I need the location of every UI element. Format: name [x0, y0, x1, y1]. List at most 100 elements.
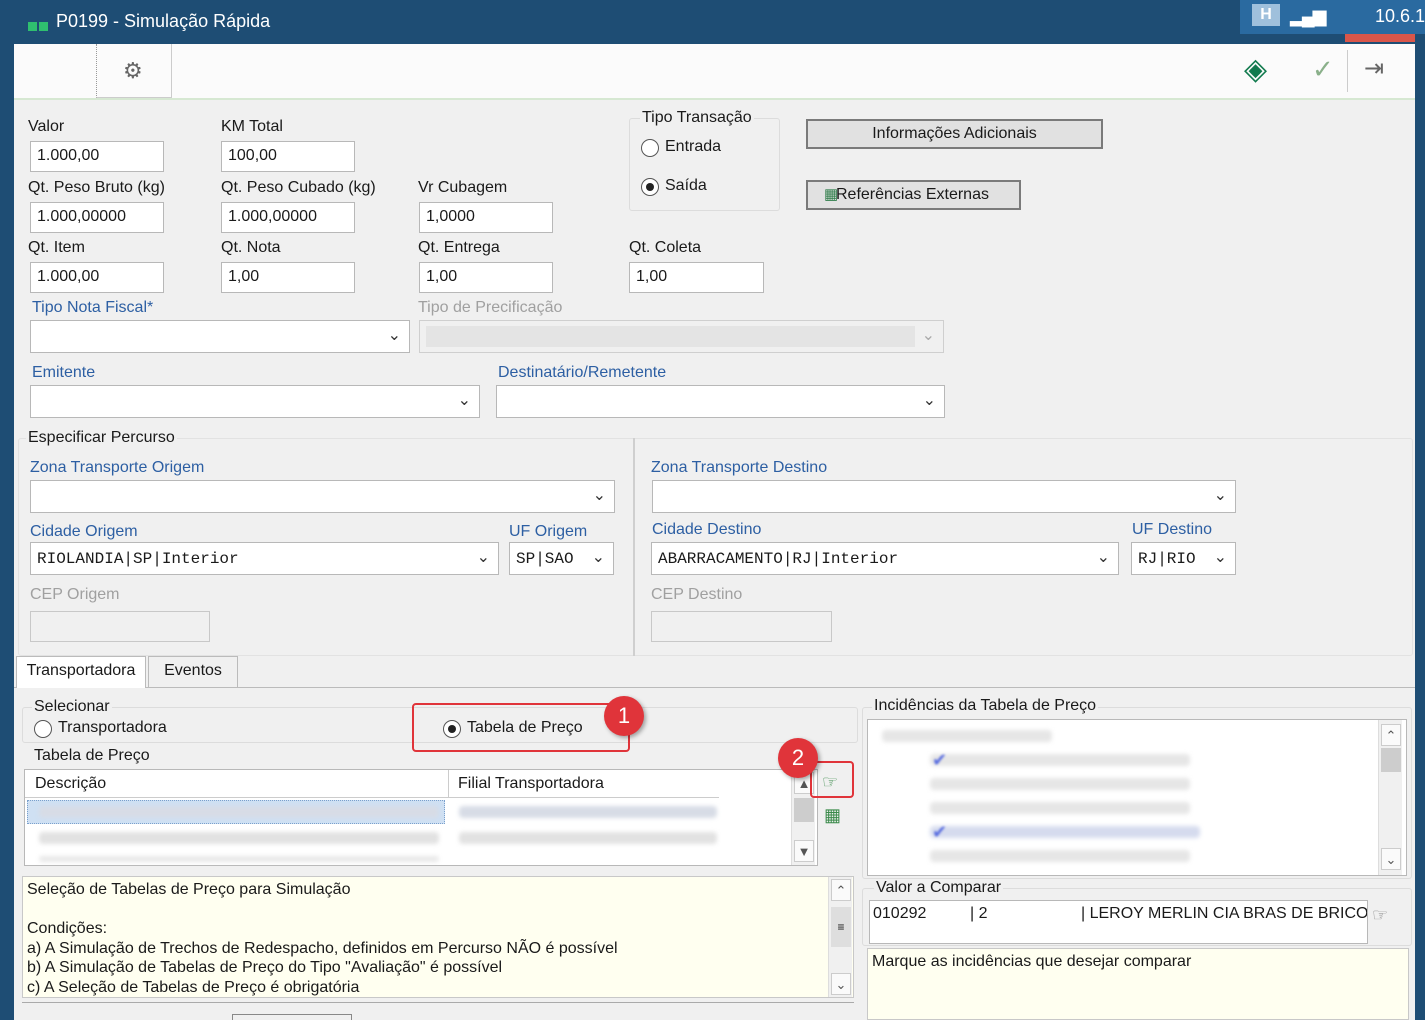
- uf-origem-value: SP|SAO: [516, 550, 574, 568]
- incidencias-label: Incidências da Tabela de Preço: [872, 697, 1099, 715]
- valor-field[interactable]: 1.000,00: [30, 141, 164, 172]
- peso-cubado-field[interactable]: 1.000,00000: [221, 202, 355, 233]
- tab-transportadora[interactable]: Transportadora: [16, 656, 146, 688]
- version-label: 10.6.1: [1374, 6, 1425, 26]
- emitente-label: Emitente: [32, 364, 96, 381]
- chevron-down-icon: ⌄: [1096, 547, 1110, 566]
- tabela-preco-grid[interactable]: Descrição Filial Transportadora ▲ ▼: [24, 769, 818, 866]
- tipo-precificacao-select: ⌄: [419, 320, 944, 353]
- main-form: Valor 1.000,00 KM Total 100,00 Tipo Tran…: [14, 100, 1415, 1020]
- tipo-precificacao-label: Tipo de Precificação: [418, 299, 563, 316]
- km-total-field[interactable]: 100,00: [221, 141, 355, 172]
- check-icon[interactable]: ✓: [1312, 54, 1334, 85]
- scroll-thumb[interactable]: [794, 798, 814, 822]
- cep-origem-field: [30, 611, 210, 642]
- table-row-blurred: [459, 832, 717, 844]
- cidade-destino-select[interactable]: ABARRACAMENTO|RJ|Interior ⌄: [651, 542, 1119, 575]
- valor-comparar-seq: | 2: [970, 905, 988, 922]
- peso-cubado-label: Qt. Peso Cubado (kg): [221, 179, 376, 196]
- column-header-descricao[interactable]: Descrição: [25, 770, 449, 798]
- peso-bruto-label: Qt. Peso Bruto (kg): [28, 179, 165, 196]
- callout-box-2: [810, 761, 854, 798]
- tree-item-blurred: [882, 730, 1052, 742]
- chevron-down-icon: ⌄: [476, 547, 490, 566]
- table-icon: ▦: [824, 186, 839, 203]
- chevron-down-icon: ⌄: [592, 485, 606, 504]
- bottom-button-edge[interactable]: [232, 1014, 352, 1020]
- chevron-down-icon: ⌄: [1213, 485, 1227, 504]
- cidade-origem-select[interactable]: RIOLANDIA|SP|Interior ⌄: [30, 542, 499, 575]
- transportadora-radio[interactable]: [34, 720, 52, 738]
- destinatario-select[interactable]: ⌄: [496, 385, 945, 418]
- note-scrollbar[interactable]: ⌃ ≡ ⌄: [828, 877, 852, 997]
- exit-icon[interactable]: ⇥: [1364, 54, 1384, 83]
- percurso-divider: [633, 438, 635, 656]
- saida-radio[interactable]: [641, 178, 659, 196]
- tipo-transacao-group: [629, 118, 780, 211]
- incidencias-tree[interactable]: ✔ ✔ ⌃ ⌄: [867, 719, 1407, 876]
- chevron-down-icon: ⌄: [1213, 547, 1227, 566]
- scroll-up-icon[interactable]: ⌃: [1381, 724, 1401, 746]
- percurso-label: Especificar Percurso: [26, 429, 177, 447]
- valor-label: Valor: [28, 118, 65, 135]
- uf-origem-select[interactable]: SP|SAO ⌄: [509, 542, 614, 575]
- settings-button[interactable]: ⚙: [96, 44, 172, 98]
- callout-badge-1: 1: [604, 696, 644, 736]
- gear-icon: ⚙: [123, 58, 143, 83]
- entrada-radio[interactable]: [641, 139, 659, 157]
- qt-entrega-field[interactable]: 1,00: [419, 262, 553, 293]
- toolbar: ⚙ ◈ ✓ ⇥: [14, 44, 1415, 100]
- tabela-preco-label: Tabela de Preço: [34, 747, 150, 764]
- saida-label[interactable]: Saída: [665, 177, 707, 195]
- destinatario-label: Destinatário/Remetente: [498, 364, 667, 381]
- tree-scrollbar[interactable]: ⌃ ⌄: [1378, 720, 1402, 875]
- qt-nota-field[interactable]: 1,00: [221, 262, 355, 293]
- scroll-thumb[interactable]: [1381, 748, 1401, 772]
- tree-item-blurred: [930, 754, 1190, 766]
- tree-item-blurred: [930, 850, 1190, 862]
- vr-cubagem-field[interactable]: 1,0000: [419, 202, 553, 233]
- tray-indicator: [1345, 34, 1415, 42]
- window-left-edge: [0, 44, 14, 1020]
- scroll-down-icon[interactable]: ⌄: [1381, 848, 1401, 870]
- uf-origem-label: UF Origem: [509, 523, 588, 540]
- tipo-nota-fiscal-select[interactable]: ⌄: [30, 320, 410, 353]
- table-grid-icon[interactable]: ▦: [824, 805, 841, 826]
- column-header-filial[interactable]: Filial Transportadora: [449, 770, 719, 798]
- valor-comparar-name: | LEROY MERLIN CIA BRAS DE BRICO: [1081, 905, 1367, 922]
- qt-entrega-label: Qt. Entrega: [418, 239, 500, 256]
- qt-item-field[interactable]: 1.000,00: [30, 262, 164, 293]
- vr-cubagem-label: Vr Cubagem: [418, 179, 508, 196]
- tray-app-icon[interactable]: H: [1252, 4, 1280, 26]
- uf-destino-label: UF Destino: [1132, 521, 1213, 538]
- tree-item-blurred: [930, 826, 1200, 838]
- zona-destino-select[interactable]: ⌄: [652, 480, 1236, 513]
- qt-coleta-field[interactable]: 1,00: [629, 262, 764, 293]
- valor-comparar-field[interactable]: 010292 | 2 | LEROY MERLIN CIA BRAS DE BR…: [869, 900, 1368, 944]
- diamond-arrows-icon[interactable]: ◈: [1244, 52, 1267, 87]
- check-icon[interactable]: ✔: [932, 822, 947, 843]
- transportadora-option-label[interactable]: Transportadora: [58, 719, 167, 737]
- uf-destino-select[interactable]: RJ|RIO ⌄: [1131, 542, 1236, 575]
- scroll-down-icon[interactable]: ⌄: [831, 973, 851, 995]
- scroll-up-icon[interactable]: ⌃: [831, 879, 851, 901]
- qt-coleta-label: Qt. Coleta: [629, 239, 702, 256]
- entrada-label[interactable]: Entrada: [665, 138, 721, 156]
- referencias-externas-button[interactable]: ▦ Referências Externas: [806, 180, 1021, 210]
- check-icon[interactable]: ✔: [932, 750, 947, 771]
- zona-origem-select[interactable]: ⌄: [30, 480, 615, 513]
- emitente-select[interactable]: ⌄: [30, 385, 480, 418]
- table-row-blurred: [39, 856, 439, 862]
- table-row-blurred: [39, 806, 439, 818]
- scroll-down-icon[interactable]: ▼: [794, 840, 814, 862]
- info-adicionais-button[interactable]: Informações Adicionais: [806, 119, 1103, 149]
- cidade-origem-value: RIOLANDIA|SP|Interior: [37, 550, 239, 568]
- peso-bruto-field[interactable]: 1.000,00000: [30, 202, 164, 233]
- cep-origem-label: CEP Origem: [30, 586, 120, 603]
- zona-destino-label: Zona Transporte Destino: [651, 459, 828, 476]
- select-pointer-icon[interactable]: ☞: [1372, 905, 1388, 926]
- chevron-down-icon: ⌄: [922, 390, 936, 409]
- scroll-thumb[interactable]: ≡: [831, 907, 851, 947]
- window-title: P0199 - Simulação Rápida: [56, 11, 271, 31]
- tab-eventos[interactable]: Eventos: [148, 656, 238, 687]
